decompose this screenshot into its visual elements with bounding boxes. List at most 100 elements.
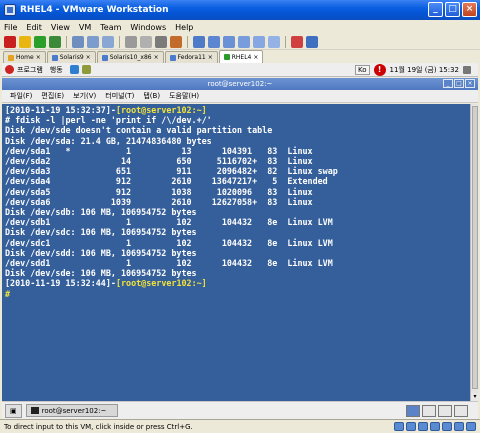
status-bar: To direct input to this VM, click inside… [0,419,480,433]
terminal-line-text: Disk /dev/sda: 21.4 GB, 21474836480 byte… [5,135,212,146]
terminal-menu-file[interactable]: 파일(F) [10,91,32,101]
terminal-menu-help[interactable]: 도움말(H) [169,91,199,101]
maximize-button[interactable]: □ [445,2,460,17]
power-on-icon[interactable] [34,35,46,48]
panel-programs-menu[interactable]: 프로그램 [17,65,43,75]
terminal-line-text: Disk /dev/sdb: 106 MB, 106954752 bytes [5,207,197,218]
workspace-2[interactable] [422,404,436,417]
menu-vm[interactable]: VM [79,23,91,32]
reset-icon[interactable] [49,35,61,48]
app-launcher-icon[interactable] [81,65,91,74]
replay-icon[interactable] [155,35,167,48]
floppy-icon[interactable] [418,422,428,431]
prompt-timestamp: [2010-11-19 15:32:44]- [5,278,116,289]
full-screen-icon[interactable] [238,35,250,48]
show-desktop-icon[interactable]: ▣ [5,403,22,418]
hard-disk-icon[interactable] [394,422,404,431]
tab-home[interactable]: Home × [3,51,46,63]
thumbnail-icon[interactable] [268,35,280,48]
quick-switch-icon[interactable] [193,35,205,48]
tab-label: Solaris10_x86 [109,54,152,61]
terminal-output[interactable]: [2010-11-19 15:32:37]-[root@server102:~]… [2,104,470,401]
console-icon[interactable] [170,35,182,48]
revert-snapshot-icon[interactable] [87,35,99,48]
preferences-icon[interactable] [306,35,318,48]
console-view-icon[interactable] [223,35,235,48]
terminal-line: Disk /dev/sdb: 106 MB, 106954752 bytes [5,207,470,217]
terminal-close-button[interactable]: × [465,79,475,88]
message-icon[interactable] [466,422,476,431]
input-method-indicator[interactable]: Ko [355,64,370,75]
menu-team[interactable]: Team [100,23,121,32]
menu-edit[interactable]: Edit [26,23,42,32]
terminal-menu-bar: 파일(F) 편집(E) 보기(V) 터미널(T) 탭(B) 도움말(H) [2,90,478,103]
workspace-4[interactable] [454,404,468,417]
panel-actions-menu[interactable]: 행동 [50,65,63,75]
terminal-line-text: /dev/sda6 1039 2610 12627058+ 83 Linux [5,196,313,207]
terminal-menu-edit[interactable]: 편집(E) [41,91,64,101]
volume-icon[interactable] [463,65,471,74]
terminal-menu-view[interactable]: 보기(V) [73,91,96,101]
toolbar [0,34,480,50]
snapshot-manager-icon[interactable] [102,35,114,48]
terminal-title: root@server102:~ [207,80,273,88]
terminal-menu-terminal[interactable]: 터미널(T) [105,91,134,101]
network-icon[interactable] [430,422,440,431]
terminal-line: /dev/sda6 1039 2610 12627058+ 83 Linux [5,197,470,207]
terminal-minimize-button[interactable]: _ [443,79,453,88]
menu-file[interactable]: File [4,23,17,32]
tab-rhel4[interactable]: RHEL4 × [218,50,264,63]
tab-label: RHEL4 [231,53,252,61]
terminal-line-text: Disk /dev/sdc: 106 MB, 106954752 bytes [5,227,197,238]
terminal-menu-tabs[interactable]: 탭(B) [143,91,160,101]
clone-icon[interactable] [125,35,137,48]
vmware-app-icon [4,4,16,16]
terminal-maximize-button[interactable]: □ [454,79,464,88]
usb-icon[interactable] [442,422,452,431]
menu-help[interactable]: Help [175,23,193,32]
minimize-button[interactable]: _ [428,2,443,17]
terminal-line: Disk /dev/sde doesn't contain a valid pa… [5,125,470,135]
menu-bar: File Edit View VM Team Windows Help [0,20,480,34]
terminal-line: # [5,289,470,299]
redhat-menu-icon[interactable] [5,65,14,74]
toolbar-separator [66,35,67,48]
power-off-icon[interactable] [4,35,16,48]
home-icon [8,54,14,61]
suspend-icon[interactable] [19,35,31,48]
window-title: RHEL4 - VMware Workstation [20,5,169,15]
taskbar-item-terminal[interactable]: root@server102:~ [25,404,118,417]
tab-fedora11[interactable]: Fedora11 × [164,51,218,63]
terminal-line-text: Disk /dev/sdd: 106 MB, 106954752 bytes [5,247,197,258]
status-text: To direct input to this VM, click inside… [4,422,193,431]
workspace-switcher[interactable] [406,404,468,417]
workspace-1[interactable] [406,404,420,417]
terminal-titlebar: root@server102:~ _ □ × [2,78,478,90]
menu-windows[interactable]: Windows [130,23,166,32]
prompt-user-host: [root@server102:~] [115,105,207,115]
unity-icon[interactable] [253,35,265,48]
sound-icon[interactable] [454,422,464,431]
tab-solaris9[interactable]: Solaris9 × [46,51,96,63]
close-button[interactable]: × [462,2,477,17]
terminal-line: /dev/sdb1 1 102 104432 8e Linux LVM [5,217,470,227]
terminal-line: /dev/sdc1 1 102 104432 8e Linux LVM [5,238,470,248]
menu-view[interactable]: View [51,23,70,32]
tab-label: Fedora11 [177,54,206,61]
cdrom-icon[interactable] [406,422,416,431]
panel-clock[interactable]: 11월 19일 (금) 15:32 [390,65,459,75]
tab-label: Solaris9 [59,54,84,61]
scroll-down-icon[interactable]: ▾ [471,393,479,401]
tab-label: Home [16,54,34,61]
update-alert-icon[interactable]: ! [373,63,386,76]
terminal-scrollbar[interactable]: ▾ [470,104,479,401]
record-icon[interactable] [140,35,152,48]
workspace-3[interactable] [438,404,452,417]
scrollbar-thumb[interactable] [472,106,478,389]
team-icon[interactable] [291,35,303,48]
browser-launcher-icon[interactable] [69,65,79,74]
tab-solaris10[interactable]: Solaris10_x86 × [96,51,164,63]
snapshot-icon[interactable] [72,35,84,48]
summary-view-icon[interactable] [208,35,220,48]
terminal-line: /dev/sda4 912 2610 13647217+ 5 Extended [5,176,470,186]
